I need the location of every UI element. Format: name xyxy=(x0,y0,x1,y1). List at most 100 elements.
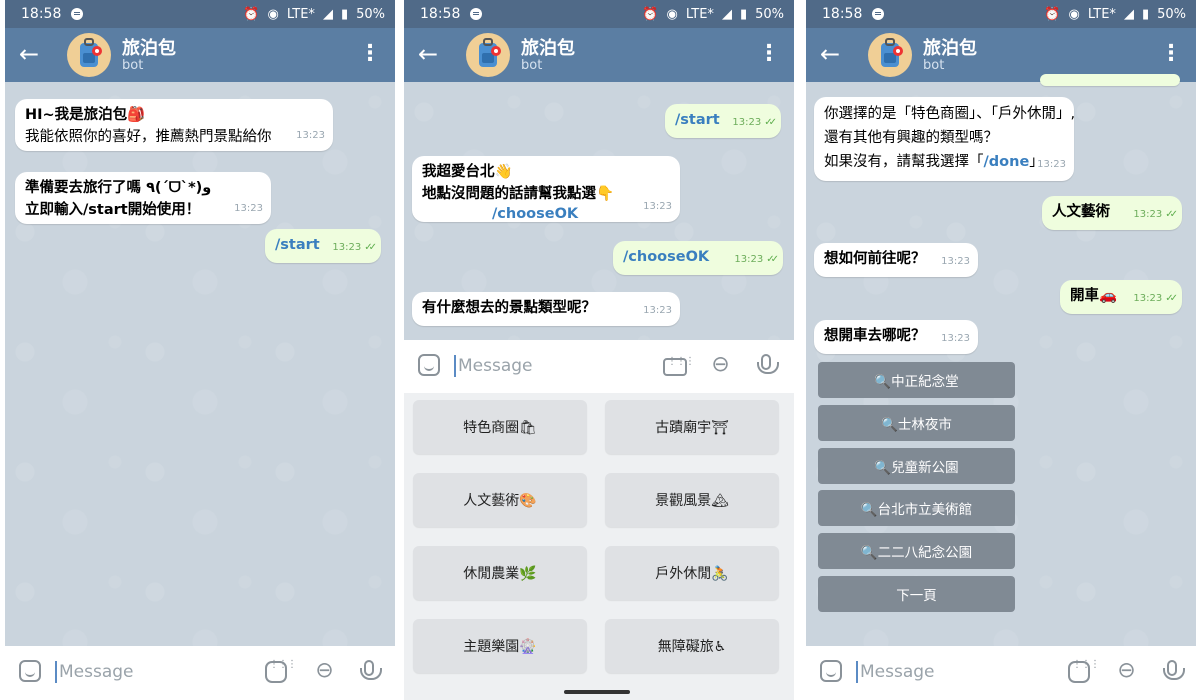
attach-icon[interactable]: ⊘ xyxy=(309,655,340,686)
inline-button[interactable]: 🔍中正紀念堂 xyxy=(818,362,1015,398)
chat-title: 旅泊包 xyxy=(923,38,977,59)
read-checks-icon: ✓✓ xyxy=(364,242,377,253)
microphone-icon[interactable] xyxy=(757,354,779,374)
message-time: 13:23 ✓✓ xyxy=(1133,204,1178,226)
battery-level: 50% xyxy=(1157,6,1186,22)
keyboard-button[interactable]: 古蹟廟宇⛩ xyxy=(605,400,779,454)
read-checks-icon: ✓✓ xyxy=(1165,209,1178,220)
status-time: 18:58 xyxy=(822,6,863,22)
message-text: 我超愛台北👋 xyxy=(422,164,513,180)
keyboard-button[interactable]: 休閒農業🌿 xyxy=(413,546,587,600)
message-text: 人文藝術 xyxy=(1052,204,1110,220)
network-label: LTE* xyxy=(1087,6,1116,22)
signal-icon: ◢ xyxy=(721,6,732,22)
keyboard-icon[interactable] xyxy=(663,356,694,376)
inline-button[interactable]: 🔍二二八紀念公園 xyxy=(818,533,1015,569)
notification-icon xyxy=(470,8,483,20)
message-text: 準備要去旅行了嗎 ٩(ˊᗜˋ*)و xyxy=(25,180,212,196)
backpack-icon xyxy=(881,38,903,67)
notification-icon xyxy=(872,8,885,20)
alarm-icon: ⏰ xyxy=(1044,6,1061,22)
previous-user-message xyxy=(1040,74,1180,86)
notification-icon xyxy=(71,8,84,20)
emoji-icon[interactable] xyxy=(19,660,41,682)
keyboard-button[interactable]: 主題樂園🎡 xyxy=(413,619,587,673)
back-arrow-icon[interactable]: ← xyxy=(19,41,39,67)
user-message: /chooseOK 13:23 ✓✓ xyxy=(613,241,783,275)
home-indicator[interactable] xyxy=(564,690,630,694)
more-menu-icon[interactable]: ⋮ xyxy=(1160,42,1182,66)
message-text: 我能依照你的喜好，推薦熱門景點給你 xyxy=(25,129,272,145)
inline-button[interactable]: 🔍台北市立美術館 xyxy=(818,490,1015,526)
battery-icon: ▮ xyxy=(340,6,349,22)
bot-keyboard-icon[interactable] xyxy=(1068,659,1099,683)
next-page-button[interactable]: 下一頁 xyxy=(818,576,1015,612)
user-message: /start 13:23 ✓✓ xyxy=(265,229,381,263)
message-input-bar: Message ⊘ xyxy=(5,646,395,700)
message-time: 13:23 xyxy=(234,203,263,214)
emoji-icon[interactable] xyxy=(418,354,440,376)
message-text: 想如何前往呢？ xyxy=(824,251,926,267)
text-cursor xyxy=(55,661,57,683)
user-message: 人文藝術 13:23 ✓✓ xyxy=(1042,196,1182,230)
read-checks-icon: ✓✓ xyxy=(766,254,779,265)
message-input[interactable]: Message xyxy=(59,662,134,682)
keyboard-button[interactable]: 特色商圈🛍 xyxy=(413,400,587,454)
message-text: 有什麼想去的景點類型呢？ xyxy=(422,300,596,316)
keyboard-button[interactable]: 無障礙旅♿ xyxy=(605,619,779,673)
more-menu-icon[interactable]: ⋮ xyxy=(758,42,780,66)
inline-button[interactable]: 🔍兒童新公園 xyxy=(818,448,1015,484)
message-input[interactable]: Message xyxy=(860,662,935,682)
command-link[interactable]: /start xyxy=(675,112,720,128)
command-link[interactable]: /chooseOK xyxy=(422,203,670,225)
command-link[interactable]: /done xyxy=(984,154,1030,170)
network-label: LTE* xyxy=(286,6,315,22)
message-time-value: 13:23 xyxy=(332,242,362,253)
command-link[interactable]: /chooseOK xyxy=(623,249,709,265)
chat-header: ← 旅泊包 bot ⋮ xyxy=(5,28,395,82)
message-text-row: 如果沒有，請幫我選擇「/done」 xyxy=(824,150,1064,174)
bot-avatar[interactable] xyxy=(67,33,111,77)
bot-avatar[interactable] xyxy=(868,33,912,77)
bot-keyboard-icon[interactable] xyxy=(265,659,296,683)
message-time: 13:23 ✓✓ xyxy=(1133,288,1177,310)
keyboard-button[interactable]: 戶外休閒🚴 xyxy=(605,546,779,600)
keyboard-button[interactable]: 景觀風景🏔 xyxy=(605,473,779,527)
bot-keyboard-panel: 特色商圈🛍 古蹟廟宇⛩ 人文藝術🎨 景觀風景🏔 休閒農業🌿 戶外休閒🚴 主題樂園… xyxy=(404,393,794,700)
user-message: /start 13:23 ✓✓ xyxy=(665,104,781,138)
backpack-icon xyxy=(80,38,102,67)
keyboard-button[interactable]: 人文藝術🎨 xyxy=(413,473,587,527)
emoji-icon[interactable] xyxy=(820,660,842,682)
message-time-value: 13:23 xyxy=(1133,209,1163,220)
attach-icon[interactable]: ⊘ xyxy=(705,349,736,380)
back-arrow-icon[interactable]: ← xyxy=(418,41,438,67)
bot-avatar[interactable] xyxy=(466,33,510,77)
microphone-icon[interactable] xyxy=(1163,660,1185,680)
microphone-icon[interactable] xyxy=(360,660,382,680)
message-time: 13:23 xyxy=(941,333,970,344)
message-time-value: 13:23 xyxy=(1133,293,1163,304)
text-cursor xyxy=(856,661,858,683)
message-text: 地點沒問題的話請幫我點選👇 xyxy=(422,186,615,202)
message-time-value: 13:23 xyxy=(732,117,762,128)
more-menu-icon[interactable]: ⋮ xyxy=(359,42,381,66)
status-bar: 18:58 ⏰ ◉ LTE* ◢ ▮ 50% xyxy=(404,0,794,28)
battery-level: 50% xyxy=(356,6,385,22)
message-time: 13:23 xyxy=(643,201,672,212)
message-input[interactable]: Message xyxy=(458,356,533,376)
back-arrow-icon[interactable]: ← xyxy=(820,41,840,67)
alarm-icon: ⏰ xyxy=(642,6,659,22)
bot-message: 我超愛台北👋 地點沒問題的話請幫我點選👇 /chooseOK 13:23 xyxy=(412,156,680,222)
inline-button[interactable]: 🔍士林夜市 xyxy=(818,405,1015,441)
bot-message: HI~我是旅泊包🎒 我能依照你的喜好，推薦熱門景點給你 13:23 xyxy=(15,99,333,151)
vibrate-icon: ◉ xyxy=(666,6,678,22)
attach-icon[interactable]: ⊘ xyxy=(1111,655,1142,686)
vibrate-icon: ◉ xyxy=(1068,6,1080,22)
chat-title: 旅泊包 xyxy=(521,38,575,59)
message-text: 開車🚗 xyxy=(1070,288,1118,304)
battery-icon: ▮ xyxy=(739,6,748,22)
bot-message: 想開車去哪呢？ 13:23 xyxy=(814,320,978,354)
chat-header: ← 旅泊包 bot ⋮ xyxy=(404,28,794,82)
command-link[interactable]: /start xyxy=(275,237,320,253)
message-time: 13:23 xyxy=(941,256,970,267)
